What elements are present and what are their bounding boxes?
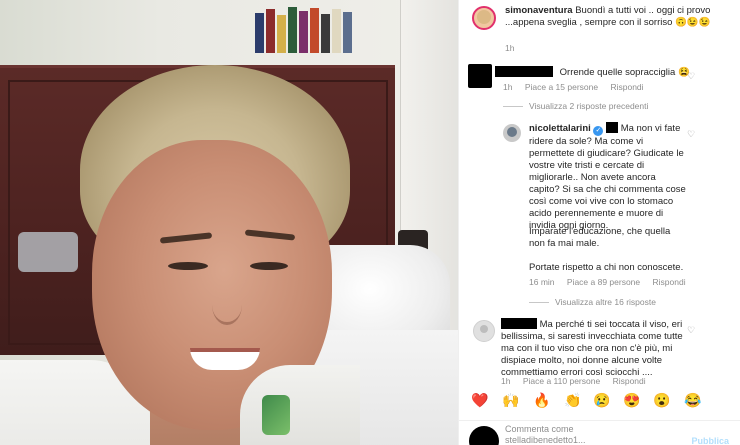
post-photo[interactable] <box>0 0 458 445</box>
comment-meta: 1h Piace a 15 persone Rispondi <box>503 82 654 92</box>
comment2-meta: 1h Piace a 110 persone Rispondi <box>501 376 656 386</box>
decoration <box>18 232 78 272</box>
comment2-time: 1h <box>501 376 511 386</box>
placeholder-line2: stelladibenedetto1... <box>505 435 586 445</box>
surprised-emoji-icon[interactable]: 😮 <box>653 391 671 409</box>
heart-icon[interactable]: ♡ <box>687 71 695 82</box>
emoji-reaction-bar: ❤️ 🙌 🔥 👏 😢 😍 😮 😂 <box>459 391 740 413</box>
smile <box>190 348 260 370</box>
reply-likes[interactable]: Piace a 89 persone <box>567 277 640 287</box>
reply-text-p3: Portate rispetto a chi non conoscete. <box>529 262 684 273</box>
commenter-avatar-censored[interactable] <box>468 64 492 88</box>
reply-reply-link[interactable]: Rispondi <box>653 277 686 287</box>
left-eye <box>168 262 208 270</box>
laughing-emoji-icon[interactable]: 😂 <box>684 391 702 409</box>
bookshelf <box>255 5 365 53</box>
crying-emoji-icon[interactable]: 😢 <box>593 391 611 409</box>
comment2-likes[interactable]: Piace a 110 persone <box>523 376 600 386</box>
raised-hands-emoji-icon[interactable]: 🙌 <box>502 391 520 409</box>
view-more-replies-toggle[interactable]: Visualizza altre 16 risposte <box>459 296 740 308</box>
reply-text-p2: Imparate l'educazione, che quella non fa… <box>529 226 671 249</box>
right-eye <box>250 262 288 270</box>
commenter-avatar[interactable] <box>473 320 495 342</box>
reply-author-avatar[interactable] <box>503 124 521 142</box>
comment-likes[interactable]: Piace a 15 persone <box>525 82 598 92</box>
comment-item: Ma perché ti sei toccata il viso, eri be… <box>459 318 740 386</box>
shirt-print <box>262 395 290 435</box>
commenter-username-censored[interactable] <box>501 318 537 329</box>
view-replies-toggle[interactable]: Visualizza 2 risposte precedenti <box>459 100 740 112</box>
heart-icon[interactable]: ♡ <box>687 129 695 140</box>
own-avatar-censored <box>469 426 499 445</box>
post-caption: simonaventura Buondì a tutti voi .. oggi… <box>459 4 740 54</box>
caption-emojis: 🙃😉😉 <box>675 17 711 28</box>
nose <box>212 285 242 325</box>
heart-eyes-emoji-icon[interactable]: 😍 <box>623 391 641 409</box>
publish-button[interactable]: Pubblica <box>691 436 729 445</box>
comment-text: Orrende quelle sopracciglia <box>559 67 676 78</box>
comments-panel: simonaventura Buondì a tutti voi .. oggi… <box>458 0 740 445</box>
red-heart-emoji-icon[interactable]: ❤️ <box>471 391 489 409</box>
comment-input-placeholder[interactable]: Commenta come stelladibenedetto1... <box>505 424 586 445</box>
comment-time: 1h <box>503 82 513 92</box>
author-username[interactable]: simonaventura <box>505 5 573 16</box>
shirt-right <box>240 365 360 445</box>
verified-badge-icon: ✓ <box>593 126 604 136</box>
reply-item: nicolettalarini ✓ Ma non vi fate ridere … <box>459 122 740 292</box>
reply-author-username[interactable]: nicolettalarini <box>529 123 591 134</box>
placeholder-line1: Commenta come <box>505 424 574 434</box>
add-comment-bar: Commenta come stelladibenedetto1... Pubb… <box>459 421 740 445</box>
comment-item: Orrende quelle sopracciglia 😫 1h Piace a… <box>459 62 740 94</box>
comment2-reply-link[interactable]: Rispondi <box>613 376 646 386</box>
caption-time: 1h <box>505 43 515 53</box>
comment-reply-link[interactable]: Rispondi <box>610 82 643 92</box>
reply-time: 16 min <box>529 277 555 287</box>
reply-meta: 16 min Piace a 89 persone Rispondi <box>529 277 696 287</box>
censor-inline <box>606 122 619 133</box>
heart-icon[interactable]: ♡ <box>687 325 695 336</box>
view-replies-text[interactable]: Visualizza 2 risposte precedenti <box>529 101 648 111</box>
clapping-emoji-icon[interactable]: 👏 <box>564 391 582 409</box>
reply-text-p1: Ma non vi fate ridere da sole? Ma come v… <box>529 123 686 231</box>
author-avatar[interactable] <box>472 6 496 30</box>
fire-emoji-icon[interactable]: 🔥 <box>533 391 551 409</box>
commenter-username-censored[interactable] <box>495 66 553 77</box>
view-more-replies-text[interactable]: Visualizza altre 16 risposte <box>555 297 656 307</box>
